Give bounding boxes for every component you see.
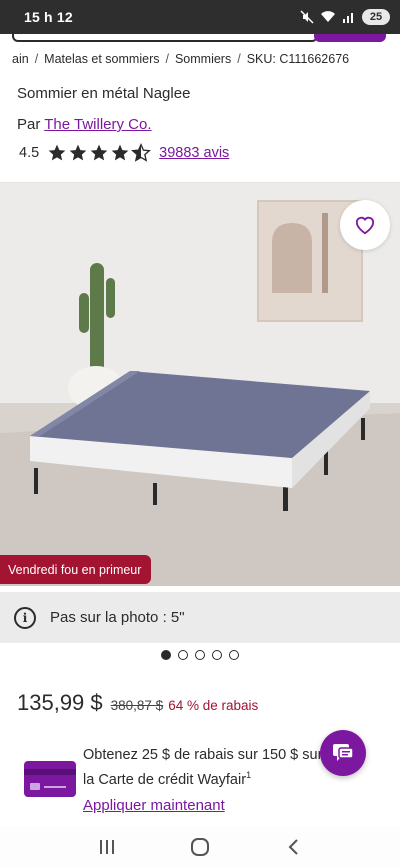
carousel-dots: [0, 650, 400, 660]
sku-label: SKU: C111662676: [246, 52, 350, 66]
back-icon: [288, 838, 299, 855]
credit-card-icon: [24, 761, 76, 797]
original-price: 380,87 $: [110, 698, 164, 713]
carousel-dot[interactable]: [229, 650, 239, 660]
product-title: Sommier en métal Naglee: [17, 85, 191, 102]
status-bar: 15 h 12 25: [0, 0, 400, 34]
product-photo: [0, 183, 400, 586]
breadcrumb-separator: /: [34, 52, 39, 66]
battery-level: 25: [369, 11, 383, 23]
carousel-dot[interactable]: [161, 650, 171, 660]
info-icon: i: [14, 606, 36, 629]
chat-icon: [333, 744, 354, 761]
back-button[interactable]: [273, 832, 313, 862]
carousel-dot[interactable]: [195, 650, 205, 660]
search-input[interactable]: [12, 34, 318, 42]
breadcrumb-separator: /: [237, 52, 241, 66]
system-nav-bar: [0, 826, 400, 867]
carousel-dot[interactable]: [212, 650, 222, 660]
discount-label: 64 % de rabais: [168, 698, 259, 713]
home-icon: [190, 837, 209, 856]
home-button[interactable]: [180, 832, 220, 862]
promo-badge: Vendredi fou en primeur: [0, 555, 152, 584]
card-offer-line1: Obtenez 25 $ de rabais sur 150 $ sur: [83, 747, 323, 763]
wifi-icon: [321, 11, 335, 22]
brand-link[interactable]: The Twillery Co.: [44, 116, 151, 133]
brand-line: Par The Twillery Co.: [17, 116, 152, 133]
photo-note: i Pas sur la photo : 5": [0, 592, 400, 643]
star-icon: [90, 144, 108, 161]
price-row: 135,99 $ 380,87 $ 64 % de rabais: [17, 690, 258, 716]
search-button[interactable]: [314, 34, 386, 42]
breadcrumb-item[interactable]: Sommiers: [175, 52, 231, 66]
battery-icon: 25: [362, 9, 390, 25]
breadcrumb: ain / Matelas et sommiers / Sommiers / SKU: C1…: [12, 52, 349, 66]
star-icon: [48, 144, 66, 161]
star-icon: [111, 144, 129, 161]
apply-now-link[interactable]: Appliquer maintenant: [83, 797, 225, 814]
breadcrumb-separator: /: [165, 52, 169, 66]
photo-note-text: Pas sur la photo : 5": [50, 609, 185, 626]
current-price: 135,99 $: [17, 690, 103, 715]
chat-button[interactable]: [320, 730, 366, 776]
star-rating: [47, 143, 152, 163]
rating-value: 4.5: [19, 145, 40, 161]
card-offer-text: Obtenez 25 $ de rabais sur 150 $ sur la …: [83, 745, 343, 790]
star-icon: [69, 144, 87, 161]
recents-button[interactable]: [87, 832, 127, 862]
breadcrumb-item[interactable]: ain: [12, 52, 29, 66]
heart-outline-icon: [355, 216, 375, 235]
status-time: 15 h 12: [24, 9, 73, 25]
carousel-dot[interactable]: [178, 650, 188, 660]
signal-icon: [343, 13, 353, 23]
reviews-link[interactable]: 39883 avis: [159, 145, 229, 161]
card-offer-line2: la Carte de crédit Wayfair: [83, 771, 247, 788]
search-header: [0, 34, 400, 42]
footnote-marker: 1: [246, 770, 252, 780]
product-image[interactable]: [0, 183, 400, 586]
status-icons: 25: [300, 9, 390, 25]
star-half-icon: [131, 143, 152, 162]
breadcrumb-item[interactable]: Matelas et sommiers: [44, 52, 159, 66]
rating-row: 4.5 39883 avis: [19, 143, 229, 163]
recents-icon: [99, 839, 114, 854]
wishlist-button[interactable]: [340, 200, 390, 250]
mute-icon: [300, 10, 314, 24]
brand-prefix: Par: [17, 116, 41, 133]
